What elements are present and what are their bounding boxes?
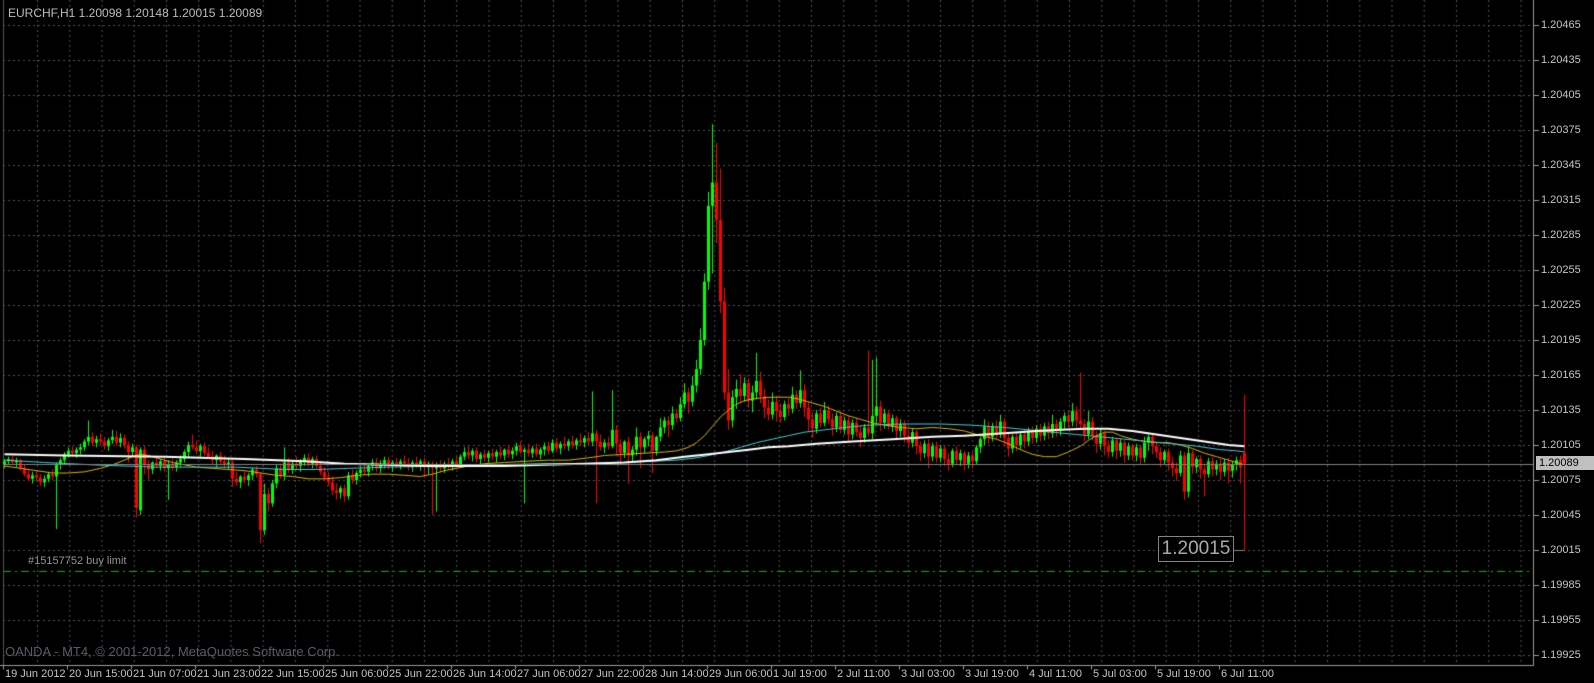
- chart-canvas[interactable]: [0, 0, 1594, 683]
- price-axis-label: 1.20435: [1541, 54, 1581, 66]
- price-axis-label: 1.20225: [1541, 299, 1581, 311]
- time-axis-label: 29 Jun 06:00: [709, 668, 773, 680]
- time-axis-label: 5 Jul 19:00: [1157, 668, 1211, 680]
- price-axis-label: 1.19985: [1541, 579, 1581, 591]
- price-axis-label: 1.19925: [1541, 649, 1581, 661]
- time-axis-label: 21 Jun 23:00: [197, 668, 261, 680]
- time-axis-label: 28 Jun 14:00: [645, 668, 709, 680]
- price-axis-label: 1.20255: [1541, 264, 1581, 276]
- price-axis-label: 1.20195: [1541, 334, 1581, 346]
- time-axis-label: 4 Jul 11:00: [1029, 668, 1082, 680]
- time-axis-label: 6 Jul 11:00: [1221, 668, 1274, 680]
- time-axis-label: 5 Jul 03:00: [1093, 668, 1147, 680]
- time-axis-label: 2 Jul 11:00: [837, 668, 890, 680]
- price-axis-label: 1.20015: [1541, 544, 1581, 556]
- price-axis-label: 1.20105: [1541, 439, 1581, 451]
- price-axis-label: 1.20405: [1541, 89, 1581, 101]
- time-axis-label: 1 Jul 19:00: [773, 668, 827, 680]
- time-axis-label: 25 Jun 22:00: [389, 668, 453, 680]
- price-axis-label: 1.20045: [1541, 509, 1581, 521]
- time-axis-label: 26 Jun 14:00: [453, 668, 517, 680]
- price-axis-label: 1.20375: [1541, 124, 1581, 136]
- time-axis-label: 21 Jun 07:00: [133, 668, 197, 680]
- price-axis-label: 1.20075: [1541, 474, 1581, 486]
- price-axis-label: 1.20465: [1541, 19, 1581, 31]
- time-axis-label: 27 Jun 22:00: [581, 668, 645, 680]
- price-axis-label: 1.20345: [1541, 159, 1581, 171]
- time-axis-label: 20 Jun 15:00: [69, 668, 133, 680]
- time-axis-label: 3 Jul 03:00: [901, 668, 955, 680]
- mt4-chart-window: EURCHF,H1 1.20098 1.20148 1.20015 1.2008…: [0, 0, 1594, 683]
- time-axis-label: 22 Jun 15:00: [261, 668, 325, 680]
- price-axis-label: 1.20135: [1541, 404, 1581, 416]
- time-axis-label: 3 Jul 19:00: [965, 668, 1019, 680]
- time-axis-label: 27 Jun 06:00: [517, 668, 581, 680]
- time-axis-label: 25 Jun 06:00: [325, 668, 389, 680]
- price-axis-label: 1.20165: [1541, 369, 1581, 381]
- time-axis-label: 19 Jun 2012: [5, 668, 66, 680]
- price-axis-label: 1.19955: [1541, 614, 1581, 626]
- price-axis-label: 1.20285: [1541, 229, 1581, 241]
- price-axis-label: 1.20315: [1541, 194, 1581, 206]
